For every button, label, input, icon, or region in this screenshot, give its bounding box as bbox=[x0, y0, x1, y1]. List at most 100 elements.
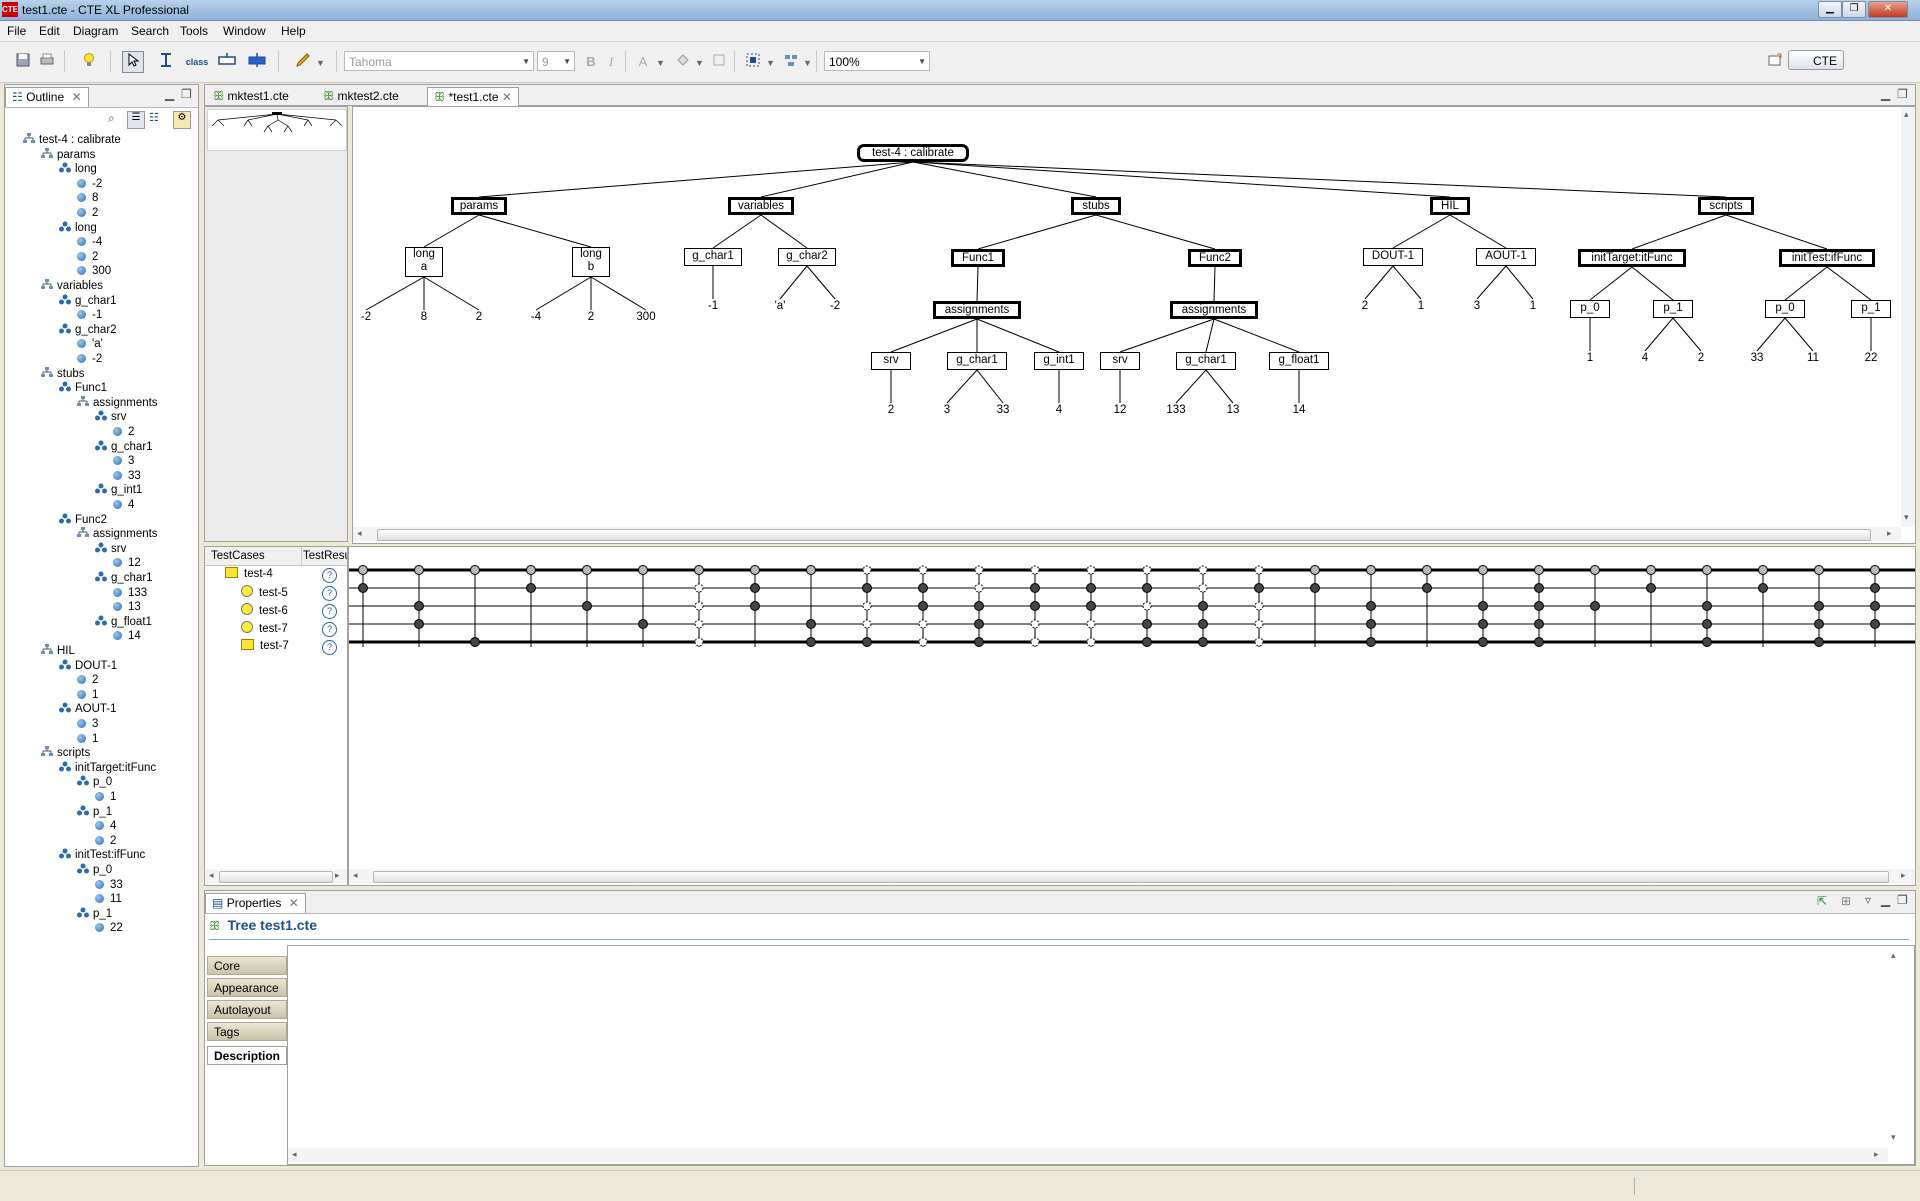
maximize-button[interactable]: ❐ bbox=[1842, 1, 1866, 18]
close-button[interactable]: ✕ bbox=[1868, 1, 1908, 18]
tree-node[interactable]: assignments bbox=[933, 301, 1021, 319]
outline-item[interactable]: 2 bbox=[95, 834, 116, 849]
tree-node[interactable]: srv bbox=[1100, 352, 1140, 370]
outline-item[interactable]: srv bbox=[95, 410, 126, 425]
outline-item[interactable]: -2 bbox=[77, 352, 102, 367]
tree-node[interactable]: AOUT-1 bbox=[1476, 248, 1536, 266]
minimize-button[interactable]: ▁ bbox=[1818, 1, 1842, 18]
outline-item[interactable]: 2 bbox=[77, 206, 98, 221]
outline-item[interactable]: g_float1 bbox=[95, 615, 152, 630]
outline-item[interactable]: g_int1 bbox=[95, 483, 142, 498]
arrange-icon[interactable] bbox=[742, 51, 764, 73]
outline-item[interactable]: 2 bbox=[77, 250, 98, 265]
outline-item[interactable]: -2 bbox=[77, 177, 102, 192]
tree-node[interactable]: g_char1 bbox=[1176, 352, 1236, 370]
minimize-view-icon[interactable]: ▁ bbox=[165, 87, 174, 101]
tree-class-leaf[interactable]: 2 bbox=[888, 404, 894, 416]
outline-item[interactable]: -4 bbox=[77, 235, 102, 250]
tree-class-leaf[interactable]: 14 bbox=[1293, 404, 1306, 416]
tree-class-leaf[interactable]: -2 bbox=[361, 311, 371, 323]
tree-class-leaf[interactable]: 3 bbox=[944, 404, 950, 416]
tree-class-leaf[interactable]: 2 bbox=[476, 311, 482, 323]
tree-node[interactable]: Func1 bbox=[951, 249, 1005, 267]
classification-tool-icon[interactable] bbox=[216, 51, 238, 73]
outline-item[interactable]: 133 bbox=[113, 586, 147, 601]
bold-button[interactable]: B bbox=[580, 51, 602, 73]
outline-item[interactable]: p_1 bbox=[77, 907, 112, 922]
font-size-select[interactable]: 9 ▼ bbox=[537, 51, 575, 71]
layout-icon[interactable] bbox=[780, 51, 802, 73]
testcase-list-hscrollbar[interactable]: ◂ ▸ bbox=[205, 869, 347, 883]
tree-node[interactable]: HIL bbox=[1430, 197, 1470, 215]
outline-item[interactable]: 11 bbox=[95, 892, 122, 907]
tree-class-leaf[interactable]: 'a' bbox=[775, 300, 786, 312]
font-color-dropdown-icon[interactable]: ▼ bbox=[656, 58, 665, 68]
properties-content[interactable]: ▴ ▾ ◂ ▸ bbox=[287, 945, 1915, 1165]
outline-item[interactable]: -1 bbox=[77, 308, 102, 323]
tree-class-leaf[interactable]: 13 bbox=[1227, 404, 1240, 416]
outline-item[interactable]: p_0 bbox=[77, 863, 112, 878]
outline-item[interactable]: 3 bbox=[77, 717, 98, 732]
test-result-unknown-icon[interactable]: ? bbox=[322, 622, 337, 637]
outline-item[interactable]: 12 bbox=[113, 556, 141, 571]
tree-class-leaf[interactable]: 4 bbox=[1642, 352, 1648, 364]
tree-class-leaf[interactable]: 1 bbox=[1418, 300, 1424, 312]
outline-item[interactable]: 1 bbox=[77, 688, 98, 703]
outline-item[interactable]: initTarget:itFunc bbox=[59, 761, 156, 776]
menu-tools[interactable]: Tools bbox=[180, 24, 208, 38]
minimize-properties-icon[interactable]: ▁ bbox=[1881, 893, 1890, 907]
outline-item[interactable]: 2 bbox=[77, 673, 98, 688]
maximize-view-icon[interactable]: ❐ bbox=[181, 87, 192, 101]
tree-node[interactable]: long a bbox=[405, 247, 443, 277]
pen-icon[interactable] bbox=[292, 51, 314, 73]
ptab-tags[interactable]: Tags bbox=[207, 1022, 287, 1041]
minimize-editor-icon[interactable]: ▁ bbox=[1881, 87, 1890, 101]
ptab-core[interactable]: Core bbox=[207, 956, 287, 975]
zoom-select[interactable]: 100% ▼ bbox=[824, 51, 930, 71]
outline-item[interactable]: p_0 bbox=[77, 775, 112, 790]
outline-item[interactable]: variables bbox=[41, 279, 103, 294]
print-icon[interactable] bbox=[36, 51, 58, 73]
open-perspective-icon[interactable] bbox=[1764, 51, 1786, 73]
tree-class-leaf[interactable]: 2 bbox=[588, 311, 594, 323]
tree-class-leaf[interactable]: 3 bbox=[1474, 300, 1480, 312]
testcase-row[interactable]: test-6 bbox=[241, 603, 288, 617]
view-menu-icon[interactable]: ▿ bbox=[1865, 893, 1871, 907]
line-color-icon[interactable] bbox=[708, 51, 730, 73]
tree-node[interactable]: g_char1 bbox=[947, 352, 1007, 370]
outline-item[interactable]: 2 bbox=[113, 425, 134, 440]
outline-item[interactable]: Func1 bbox=[59, 381, 107, 396]
tree-node[interactable]: p_1 bbox=[1653, 300, 1693, 318]
outline-item[interactable]: assignments bbox=[77, 527, 158, 542]
tree-node[interactable]: g_float1 bbox=[1269, 352, 1329, 370]
tab-mktest1[interactable]: ꕥ mktest1.cte bbox=[207, 87, 295, 106]
arrange-dropdown-icon[interactable]: ▼ bbox=[766, 58, 775, 68]
testcase-matrix[interactable]: ◂ ▸ bbox=[348, 546, 1916, 886]
menu-help[interactable]: Help bbox=[281, 24, 306, 38]
outline-item[interactable]: HIL bbox=[41, 644, 75, 659]
diagram-overview[interactable] bbox=[204, 106, 348, 542]
tree-node[interactable]: long b bbox=[572, 247, 610, 277]
outline-item[interactable]: g_char1 bbox=[95, 440, 153, 455]
col-testresult[interactable]: TestResu bbox=[303, 550, 347, 562]
outline-item[interactable]: DOUT-1 bbox=[59, 659, 117, 674]
outline-item[interactable]: long bbox=[59, 162, 97, 177]
tree-class-leaf[interactable]: 33 bbox=[1751, 352, 1764, 364]
properties-tab[interactable]: ▤ Properties ✕ bbox=[205, 893, 306, 913]
testcase-row[interactable]: test-7 bbox=[241, 639, 289, 652]
tree-node[interactable]: initTarget:itFunc bbox=[1578, 249, 1686, 267]
outline-item[interactable]: 300 bbox=[77, 264, 111, 279]
pen-dropdown-icon[interactable]: ▼ bbox=[316, 58, 325, 68]
tree-node[interactable]: p_0 bbox=[1765, 300, 1805, 318]
tab-mktest2[interactable]: ꕥ mktest2.cte bbox=[317, 87, 405, 106]
italic-button[interactable]: I bbox=[600, 51, 622, 73]
menu-window[interactable]: Window bbox=[223, 24, 266, 38]
class-tool-icon[interactable]: class bbox=[183, 51, 211, 73]
outline-item[interactable]: 33 bbox=[95, 878, 123, 893]
tree-node[interactable]: srv bbox=[871, 352, 911, 370]
tree-class-leaf[interactable]: 133 bbox=[1166, 404, 1185, 416]
list-view-icon[interactable]: ☷ bbox=[149, 111, 159, 124]
tree-node[interactable]: variables bbox=[728, 197, 794, 215]
tree-node[interactable]: params bbox=[451, 197, 507, 215]
tree-class-leaf[interactable]: 4 bbox=[1056, 404, 1062, 416]
